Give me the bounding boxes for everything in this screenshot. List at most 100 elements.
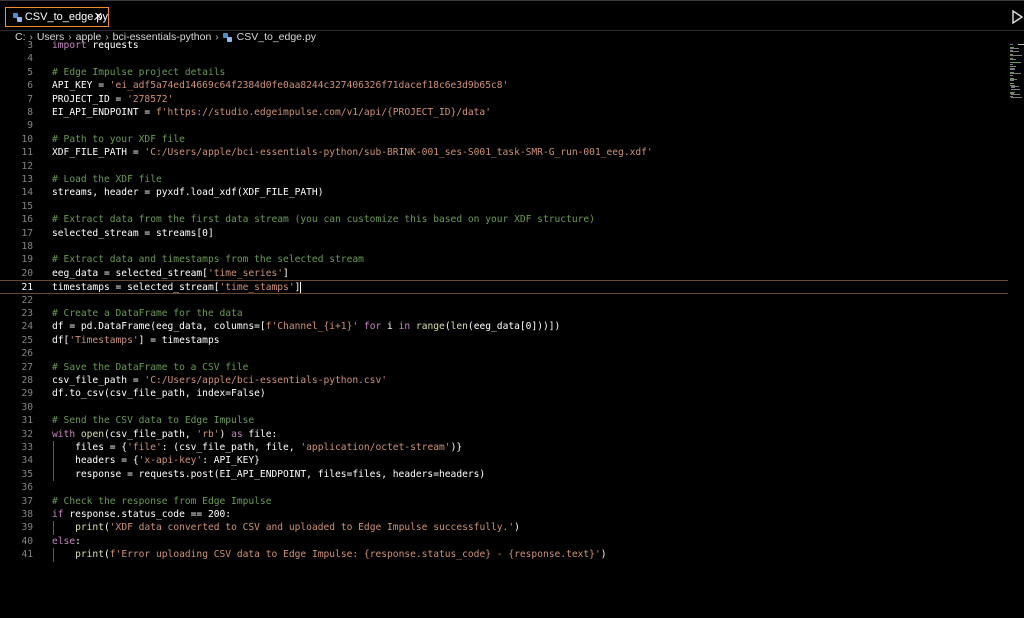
code-line[interactable]: 5 # Edge Impulse project details: [0, 66, 1008, 79]
code-text: response = requests.post(EI_API_ENDPOINT…: [52, 468, 486, 480]
line-number: 3: [27, 40, 33, 51]
line-number: 23: [21, 308, 33, 319]
line-number: 41: [21, 549, 33, 561]
minimap-line: [1010, 69, 1016, 71]
code-text: # Check the response from Edge Impulse: [52, 495, 272, 507]
run-icon[interactable]: [1012, 10, 1024, 24]
code-line[interactable]: 31 # Send the CSV data to Edge Impulse: [0, 414, 1008, 427]
code-line[interactable]: 38 if response.status_code == 200:: [0, 508, 1008, 521]
code-text: with open(csv_file_path, 'rb') as file:: [52, 428, 278, 440]
code-line[interactable]: 3 import requests: [0, 39, 1008, 52]
indent-guide: [53, 548, 54, 562]
code-line[interactable]: 6 API_KEY = 'ei_adf5a74ed14669c64f2384d0f…: [0, 79, 1008, 92]
minimap-line: [1010, 74, 1014, 76]
code-text: df = pd.DataFrame(eeg_data, columns=[f'C…: [52, 321, 561, 333]
line-number: 27: [21, 361, 33, 373]
line-number: 7: [27, 93, 33, 105]
line-number: 17: [21, 227, 33, 239]
code-line[interactable]: 7 PROJECT_ID = '278572': [0, 93, 1008, 106]
code-text: else:: [52, 535, 81, 547]
code-line[interactable]: 19 # Extract data and timestamps from the…: [0, 253, 1008, 266]
code-line[interactable]: 4: [0, 52, 1008, 65]
code-line[interactable]: 34 headers = {'x-api-key': API_KEY}: [0, 454, 1008, 467]
code-line[interactable]: 32 with open(csv_file_path, 'rb') as file…: [0, 428, 1008, 441]
code-line[interactable]: 16 # Extract data from the first data str…: [0, 213, 1008, 226]
line-number: 25: [21, 334, 33, 346]
code-line[interactable]: 28 csv_file_path = 'C:/Users/apple/bci-es…: [0, 374, 1008, 387]
minimap-line: [1010, 44, 1013, 45]
code-text: timestamps = selected_stream['time_stamp…: [52, 281, 302, 294]
code-line[interactable]: 15: [0, 200, 1008, 213]
code-line[interactable]: 35 response = requests.post(EI_API_ENDPO…: [0, 468, 1008, 481]
code-line[interactable]: 40 else:: [0, 535, 1008, 548]
line-number: 37: [21, 495, 33, 507]
line-number: 14: [21, 187, 33, 199]
line-number: 18: [21, 241, 33, 252]
code-line[interactable]: 8 EI_API_ENDPOINT = f'https://studio.edge…: [0, 106, 1008, 119]
line-number: 26: [21, 348, 33, 360]
scrollbar-marker[interactable]: [1018, 44, 1024, 45]
line-number: 11: [21, 147, 33, 159]
code-line[interactable]: 12: [0, 160, 1008, 173]
line-number: 5: [27, 66, 33, 78]
line-number: 24: [21, 321, 33, 333]
minimap-line: [1010, 88, 1020, 90]
code-line[interactable]: 33 files = {'file': (csv_file_path, file…: [0, 441, 1008, 454]
line-number: 8: [27, 107, 33, 118]
line-number: 20: [21, 267, 33, 279]
code-line[interactable]: 10 # Path to your XDF file: [0, 133, 1008, 146]
code-line[interactable]: 26: [0, 347, 1008, 360]
tab-bar: CSV_to_edge.py ✕: [0, 0, 1024, 31]
indent-guide: [53, 521, 54, 535]
indent-guide: [53, 441, 54, 482]
line-number: 21: [21, 282, 33, 294]
tab-csv-to-edge[interactable]: CSV_to_edge.py ✕: [5, 7, 109, 27]
line-number: 22: [21, 294, 33, 306]
code-text: # Path to your XDF file: [52, 133, 185, 145]
line-number: 36: [21, 482, 33, 494]
code-line[interactable]: 17 selected_stream = streams[0]: [0, 227, 1008, 240]
code-line[interactable]: 14 streams, header = pyxdf.load_xdf(XDF_F…: [0, 186, 1008, 199]
code-text: selected_stream = streams[0]: [52, 227, 214, 239]
code-line[interactable]: 24 df = pd.DataFrame(eeg_data, columns=[f…: [0, 320, 1008, 333]
code-text: # Extract data from the first data strea…: [52, 214, 595, 226]
line-number: 40: [21, 535, 33, 547]
code-line[interactable]: 41 print(f'Error uploading CSV data to E…: [0, 548, 1008, 561]
code-line[interactable]: 39 print('XDF data converted to CSV and …: [0, 521, 1008, 534]
code-line[interactable]: 18: [0, 240, 1008, 253]
line-number: 9: [27, 120, 33, 132]
code-line[interactable]: 23 # Create a DataFrame for the data: [0, 307, 1008, 320]
minimap[interactable]: [1008, 44, 1024, 104]
code-text: csv_file_path = 'C:/Users/apple/bci-esse…: [52, 375, 388, 386]
code-text: PROJECT_ID = '278572': [52, 93, 174, 105]
code-editor[interactable]: 3 import requests 4 5 # Edge Impulse project…: [0, 39, 1008, 618]
line-number: 16: [21, 214, 33, 226]
line-number: 13: [21, 174, 33, 185]
code-line[interactable]: 13 # Load the XDF file: [0, 173, 1008, 186]
code-text: XDF_FILE_PATH = 'C:/Users/apple/bci-esse…: [52, 147, 653, 159]
code-line[interactable]: 30: [0, 401, 1008, 414]
code-text: df['Timestamps'] = timestamps: [52, 334, 220, 346]
code-line[interactable]: 11 XDF_FILE_PATH = 'C:/Users/apple/bci-es…: [0, 146, 1008, 159]
code-line[interactable]: 36: [0, 481, 1008, 494]
code-line[interactable]: 20 eeg_data = selected_stream['time_serie…: [0, 267, 1008, 280]
line-number: 38: [21, 509, 33, 520]
code-text: # Extract data and timestamps from the s…: [52, 254, 364, 266]
code-line[interactable]: 25 df['Timestamps'] = timestamps: [0, 334, 1008, 347]
code-text: files = {'file': (csv_file_path, file, '…: [52, 442, 463, 453]
close-icon[interactable]: ✕: [94, 10, 103, 23]
line-number: 28: [21, 375, 33, 386]
code-text: API_KEY = 'ei_adf5a74ed14669c64f2384d0fe…: [52, 80, 509, 92]
code-line[interactable]: 22: [0, 294, 1008, 307]
code-line[interactable]: 21 timestamps = selected_stream['time_sta…: [0, 280, 1008, 294]
code-line[interactable]: 37 # Check the response from Edge Impulse: [0, 495, 1008, 508]
line-number: 10: [21, 133, 33, 145]
code-line[interactable]: 29 df.to_csv(csv_file_path, index=False): [0, 387, 1008, 400]
minimap-line: [1010, 63, 1014, 65]
code-line[interactable]: 9: [0, 119, 1008, 132]
code-text: # Send the CSV data to Edge Impulse: [52, 415, 255, 427]
code-text: eeg_data = selected_stream['time_series'…: [52, 267, 289, 279]
code-line[interactable]: 27 # Save the DataFrame to a CSV file: [0, 361, 1008, 374]
minimap-line: [1010, 97, 1023, 99]
code-text: if response.status_code == 200:: [52, 509, 232, 520]
